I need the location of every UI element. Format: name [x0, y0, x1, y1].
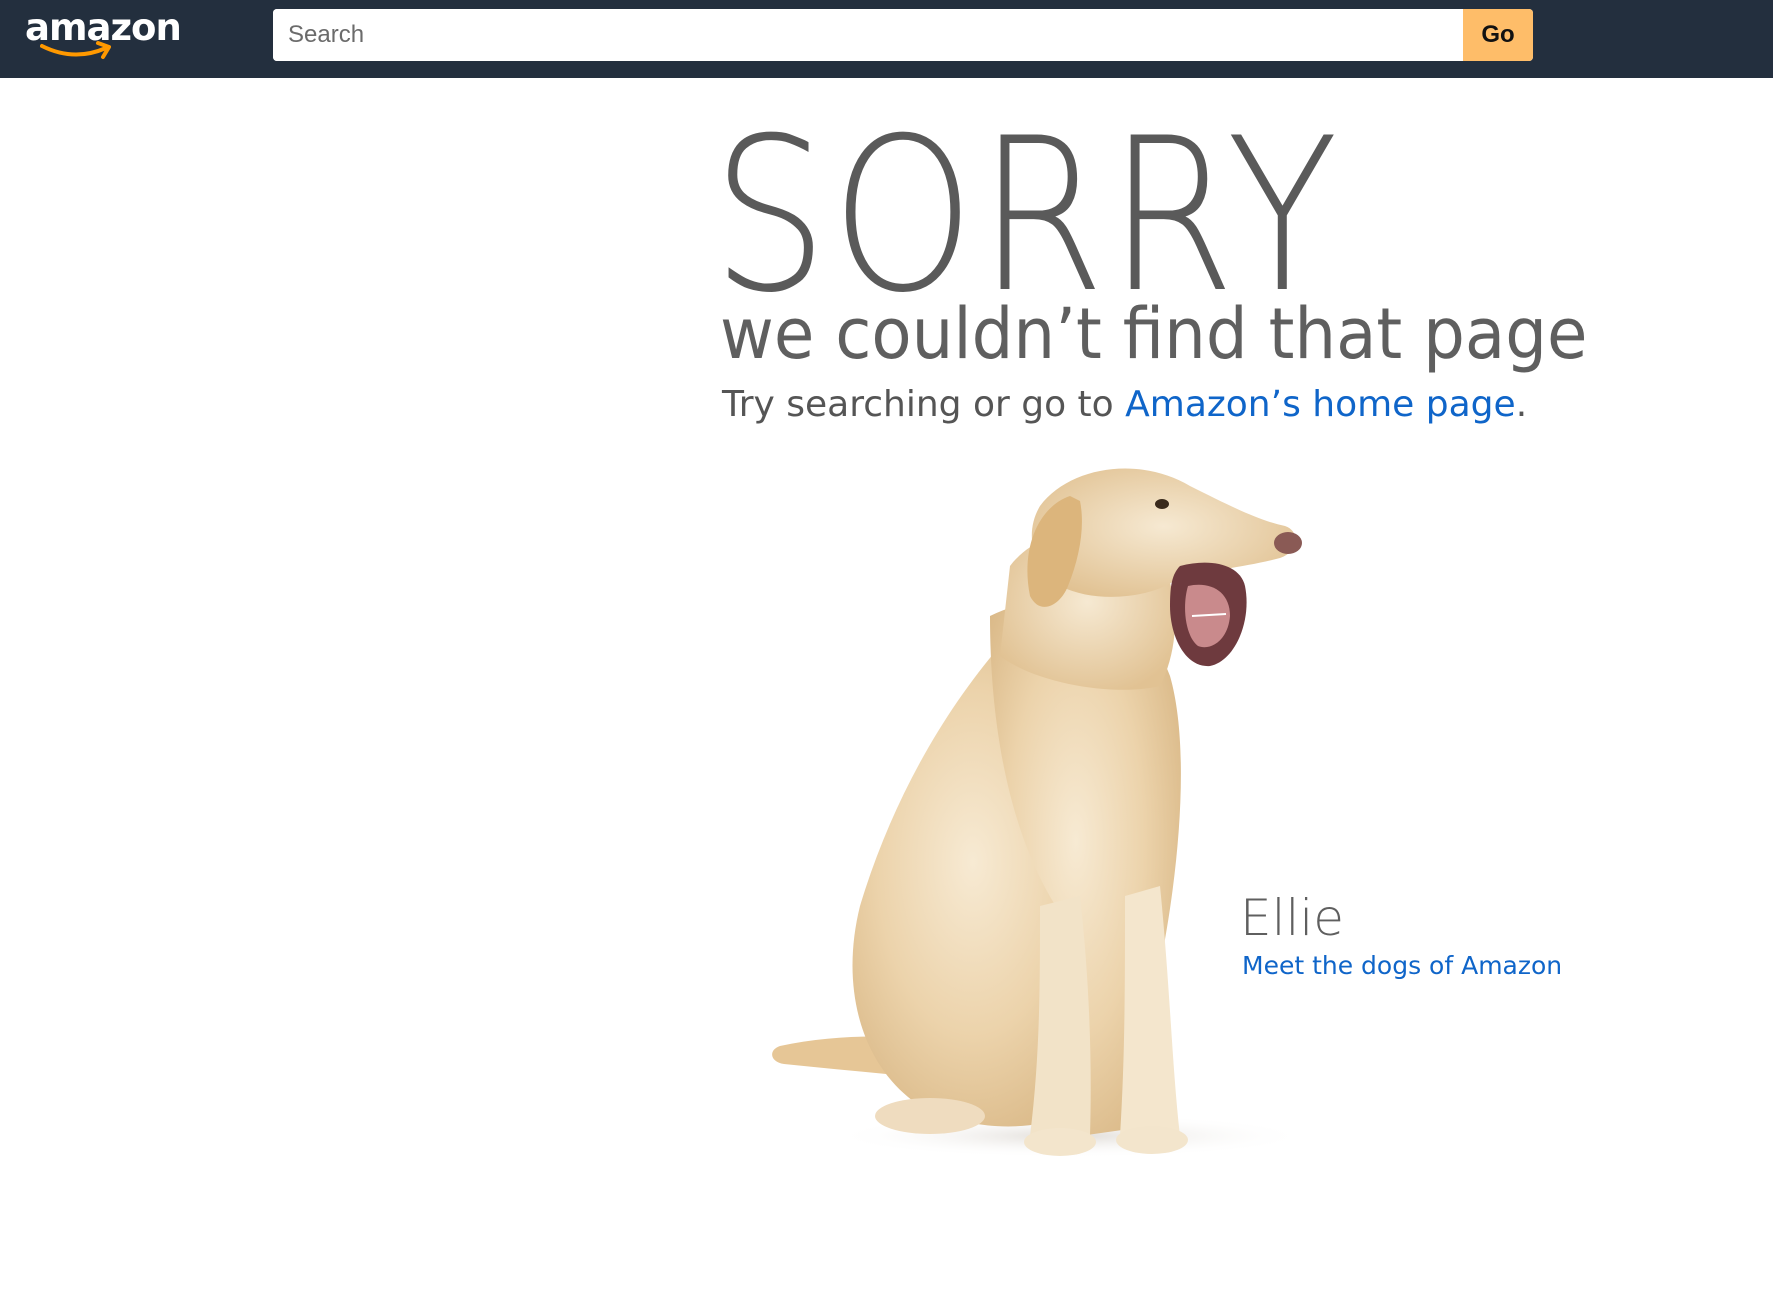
page-not-found-subtitle: we couldn’t find that page	[720, 293, 1588, 375]
error-page-content: SORRY we couldn’t find that page Try sea…	[0, 78, 1773, 1298]
sorry-headline: SORRY	[712, 92, 1342, 339]
amazon-home-page-link[interactable]: Amazon’s home page	[1125, 384, 1516, 425]
go-button[interactable]: Go	[1463, 9, 1533, 61]
search-input[interactable]	[273, 9, 1463, 61]
dog-photo	[772, 468, 1310, 1158]
try-searching-suffix: .	[1515, 384, 1528, 425]
amazon-logo[interactable]: amazon	[22, 6, 182, 62]
meet-the-dogs-link[interactable]: Meet the dogs of Amazon	[1242, 950, 1562, 982]
smile-arrow-icon	[40, 41, 111, 59]
search-bar: Go	[273, 9, 1533, 61]
dog-name-label: Ellie	[1240, 889, 1345, 947]
top-navigation-bar: amazon Go	[0, 0, 1773, 78]
try-searching-prefix: Try searching or go to	[722, 384, 1126, 425]
try-searching-text: Try searching or go to Amazon’s home pag…	[722, 380, 1527, 430]
